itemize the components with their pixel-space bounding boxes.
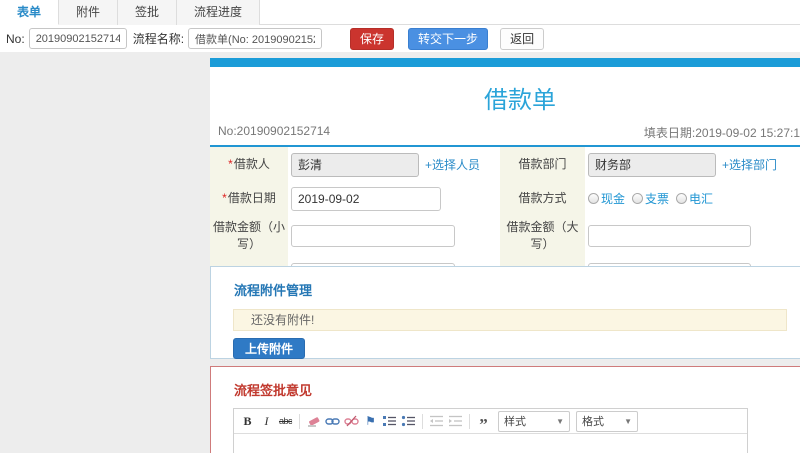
attachments-title: 流程附件管理 xyxy=(234,283,313,298)
toolbar: No: 流程名称: 保存 转交下一步 返回 xyxy=(0,26,800,51)
process-name-label: 流程名称: xyxy=(132,32,185,46)
format-dropdown[interactable]: 格式 ▼ xyxy=(576,410,638,432)
borrower-label: *借款人 xyxy=(210,147,288,182)
bullet-list-icon[interactable] xyxy=(400,412,417,431)
panel-accent-bar xyxy=(210,58,800,67)
strikethrough-icon[interactable]: abc xyxy=(277,412,294,431)
tab-attachments[interactable]: 附件 xyxy=(59,0,119,25)
borrower-input[interactable] xyxy=(291,152,419,177)
pick-department-link[interactable]: +选择部门 xyxy=(722,156,777,173)
form-date-text: 填表日期:2019-09-02 15:27:1 xyxy=(643,126,800,140)
loan-date-input[interactable] xyxy=(291,186,441,211)
indent-icon xyxy=(447,412,464,431)
save-button[interactable]: 保存 xyxy=(350,27,395,50)
required-marker: * xyxy=(222,191,227,205)
required-marker: * xyxy=(228,157,233,171)
outdent-icon xyxy=(428,412,445,431)
upload-attachment-button[interactable]: 上传附件 xyxy=(233,338,306,359)
approval-panel: 流程签批意见 B I abc ⚑ ” 样式 ▼ 格式 ▼ xyxy=(210,366,800,453)
chevron-down-icon: ▼ xyxy=(624,416,632,426)
page-background: 借款单 No:20190902152714 填表日期:2019-09-02 15… xyxy=(0,52,800,453)
blockquote-icon[interactable]: ” xyxy=(475,412,492,433)
radio-circle-icon[interactable] xyxy=(588,193,599,204)
toolbar-separator xyxy=(299,413,300,429)
no-attachments-alert: 还没有附件! xyxy=(233,309,787,331)
toolbar-separator xyxy=(469,413,470,429)
tab-progress[interactable]: 流程进度 xyxy=(177,0,261,25)
editor-content-area[interactable] xyxy=(234,434,747,453)
styles-dropdown[interactable]: 样式 ▼ xyxy=(498,410,570,432)
amount-lower-input[interactable] xyxy=(291,225,455,247)
unlink-icon[interactable] xyxy=(343,412,360,431)
method-radio-group: 现金 支票 电汇 xyxy=(588,190,713,207)
radio-circle-icon[interactable] xyxy=(676,193,688,204)
back-button[interactable]: 返回 xyxy=(500,27,545,50)
next-step-button[interactable]: 转交下一步 xyxy=(408,27,489,50)
radio-cheque[interactable]: 支票 xyxy=(632,190,669,207)
tab-approval[interactable]: 签批 xyxy=(118,0,178,25)
link-icon[interactable] xyxy=(324,412,341,431)
chevron-down-icon: ▼ xyxy=(556,416,564,426)
loan-date-label: *借款日期 xyxy=(210,182,288,215)
tab-bar: 表单 附件 签批 流程进度 xyxy=(0,0,800,25)
amount-upper-input[interactable] xyxy=(588,225,751,247)
radio-wire[interactable]: 电汇 xyxy=(676,190,713,207)
department-input[interactable] xyxy=(588,152,716,177)
no-input[interactable] xyxy=(28,28,127,49)
attachments-panel: 流程附件管理 还没有附件! 上传附件 xyxy=(210,266,800,359)
editor-toolbar: B I abc ⚑ ” 样式 ▼ 格式 ▼ xyxy=(234,409,747,434)
anchor-flag-icon[interactable]: ⚑ xyxy=(362,412,379,431)
form-title: 借款单 xyxy=(484,87,556,114)
toolbar-separator xyxy=(422,413,423,429)
no-label: No: xyxy=(6,31,25,46)
loan-form-panel: 借款单 No:20190902152714 填表日期:2019-09-02 15… xyxy=(210,58,800,293)
tab-form[interactable]: 表单 xyxy=(0,0,60,25)
process-name-input[interactable] xyxy=(188,28,323,49)
bold-icon[interactable]: B xyxy=(239,412,256,431)
approval-title: 流程签批意见 xyxy=(234,383,313,398)
department-label: 借款部门 xyxy=(500,147,585,182)
form-no-text: No:20190902152714 xyxy=(218,124,331,138)
remove-format-icon[interactable] xyxy=(305,412,322,431)
radio-circle-icon[interactable] xyxy=(632,193,644,204)
italic-icon[interactable]: I xyxy=(258,412,275,431)
radio-cash[interactable]: 现金 xyxy=(588,190,625,207)
amount-upper-label: 借款金额（大写） xyxy=(500,215,585,257)
amount-lower-label: 借款金额（小写） xyxy=(210,215,288,257)
pick-person-link[interactable]: +选择人员 xyxy=(425,156,480,173)
rich-text-editor: B I abc ⚑ ” 样式 ▼ 格式 ▼ xyxy=(233,408,748,453)
numbered-list-icon[interactable] xyxy=(381,412,398,431)
form-meta-row: No:20190902152714 填表日期:2019-09-02 15:27:… xyxy=(210,124,800,145)
method-label: 借款方式 xyxy=(500,182,585,215)
